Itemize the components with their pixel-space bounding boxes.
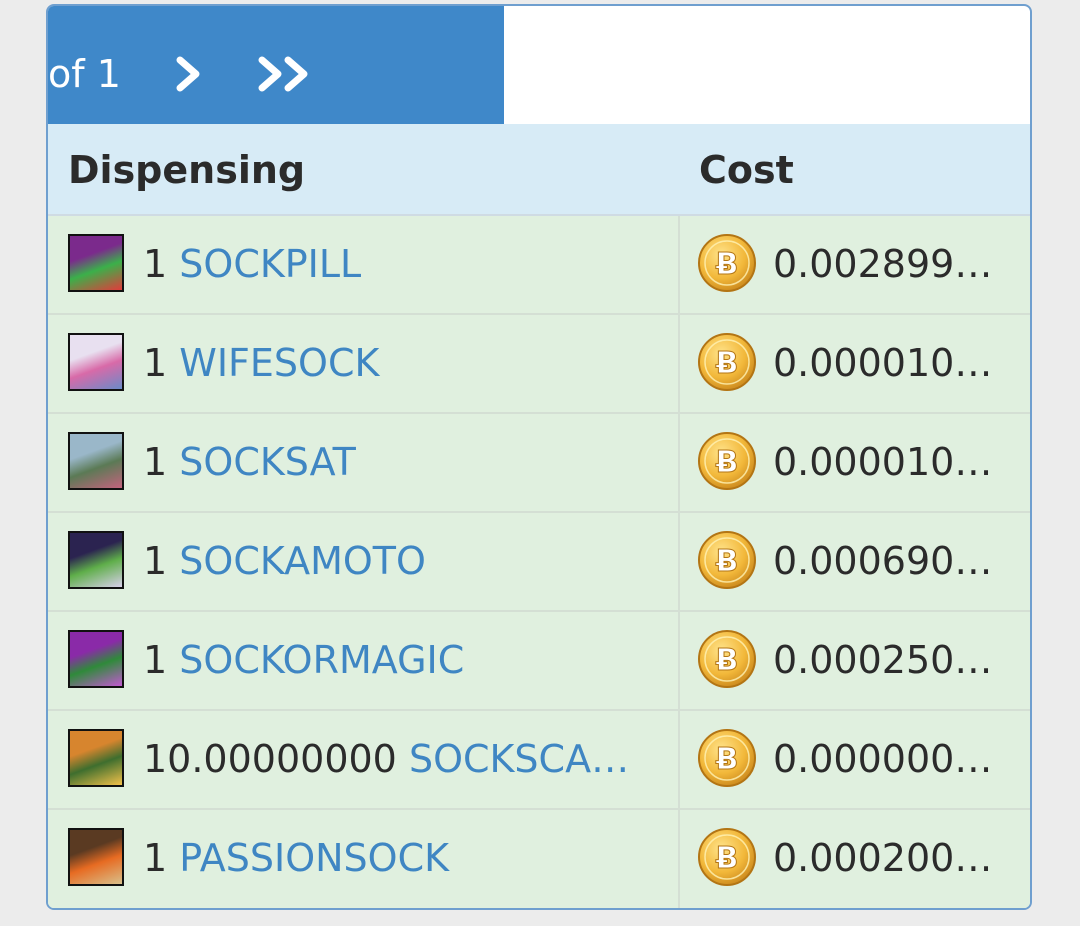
table-row[interactable]: 1 SOCKSAT Ƀ 0.000010… [48, 414, 1030, 513]
asset-thumbnail[interactable] [68, 729, 124, 787]
quantity-value: 1 [143, 341, 168, 385]
table-header: Dispensing Cost [48, 124, 1030, 216]
asset-thumbnail[interactable] [68, 234, 124, 292]
cost-cell: Ƀ 0.000200… [680, 810, 1030, 908]
pagination-bar: of 1 [48, 6, 504, 124]
svg-text:Ƀ: Ƀ [716, 742, 739, 777]
dispensing-cell: 1 SOCKSAT [48, 414, 680, 511]
price-value: 0.000690… [773, 539, 993, 583]
cost-cell: Ƀ 0.002899… [680, 216, 1030, 313]
dispenser-panel: of 1 Dispensing Cost 1 SOCKPILL Ƀ 0.002899… [46, 4, 1032, 910]
price-value: 0.002899… [773, 242, 993, 286]
price-value: 0.000010… [773, 440, 993, 484]
dispensing-column-header: Dispensing [68, 148, 306, 192]
cost-cell: Ƀ 0.000000… [680, 711, 1030, 808]
table-row[interactable]: 10.00000000 SOCKSCA… Ƀ 0.000000… [48, 711, 1030, 810]
bitcoin-icon: Ƀ [698, 630, 756, 688]
svg-text:Ƀ: Ƀ [716, 544, 739, 579]
quantity-value: 10.00000000 [143, 737, 397, 781]
asset-link[interactable]: SOCKPILL [179, 242, 361, 286]
svg-text:Ƀ: Ƀ [716, 841, 739, 876]
quantity-value: 1 [143, 440, 168, 484]
dispense-amount: 1 SOCKSAT [143, 440, 663, 484]
cost-cell: Ƀ 0.000010… [680, 315, 1030, 412]
cost-cell: Ƀ 0.000010… [680, 414, 1030, 511]
quantity-value: 1 [143, 638, 168, 682]
chevron-right-icon [176, 56, 200, 92]
asset-link[interactable]: SOCKSAT [179, 440, 356, 484]
asset-link[interactable]: SOCKORMAGIC [179, 638, 464, 682]
dispensing-cell: 1 SOCKAMOTO [48, 513, 680, 610]
cost-cell: Ƀ 0.000250… [680, 612, 1030, 709]
asset-link[interactable]: SOCKAMOTO [179, 539, 426, 583]
asset-thumbnail[interactable] [68, 630, 124, 688]
table-row[interactable]: 1 SOCKORMAGIC Ƀ 0.000250… [48, 612, 1030, 711]
bitcoin-icon: Ƀ [698, 729, 756, 787]
asset-link[interactable]: WIFESOCK [179, 341, 379, 385]
price-value: 0.000000… [773, 737, 993, 781]
table-row[interactable]: 1 SOCKPILL Ƀ 0.002899… [48, 216, 1030, 315]
dispensing-cell: 10.00000000 SOCKSCA… [48, 711, 680, 808]
table-row[interactable]: 1 SOCKAMOTO Ƀ 0.000690… [48, 513, 1030, 612]
bitcoin-icon: Ƀ [698, 828, 756, 886]
price-value: 0.000200… [773, 836, 993, 880]
price-value: 0.000250… [773, 638, 993, 682]
asset-thumbnail[interactable] [68, 828, 124, 886]
cost-cell: Ƀ 0.000690… [680, 513, 1030, 610]
bitcoin-icon: Ƀ [698, 333, 756, 391]
double-chevron-right-icon [258, 56, 308, 92]
asset-thumbnail[interactable] [68, 432, 124, 490]
dispenser-list: 1 SOCKPILL Ƀ 0.002899… 1 WIFESOCK Ƀ 0.000010…… [48, 216, 1030, 908]
dispense-amount: 10.00000000 SOCKSCA… [143, 737, 663, 781]
page-count-label: of 1 [48, 52, 121, 96]
dispensing-cell: 1 WIFESOCK [48, 315, 680, 412]
dispensing-cell: 1 SOCKPILL [48, 216, 680, 313]
dispensing-cell: 1 PASSIONSOCK [48, 810, 680, 908]
dispense-amount: 1 SOCKORMAGIC [143, 638, 663, 682]
svg-text:Ƀ: Ƀ [716, 643, 739, 678]
asset-thumbnail[interactable] [68, 333, 124, 391]
quantity-value: 1 [143, 242, 168, 286]
asset-thumbnail[interactable] [68, 531, 124, 589]
quantity-value: 1 [143, 539, 168, 583]
next-page-button[interactable] [172, 52, 208, 96]
asset-link[interactable]: PASSIONSOCK [179, 836, 449, 880]
asset-link[interactable]: SOCKSCA… [409, 737, 629, 781]
dispense-amount: 1 SOCKAMOTO [143, 539, 663, 583]
dispense-amount: 1 PASSIONSOCK [143, 836, 663, 880]
price-value: 0.000010… [773, 341, 993, 385]
svg-text:Ƀ: Ƀ [716, 346, 739, 381]
cost-column-header: Cost [699, 148, 794, 192]
bitcoin-icon: Ƀ [698, 234, 756, 292]
svg-text:Ƀ: Ƀ [716, 247, 739, 282]
dispensing-cell: 1 SOCKORMAGIC [48, 612, 680, 709]
last-page-button[interactable] [256, 52, 318, 96]
table-row[interactable]: 1 WIFESOCK Ƀ 0.000010… [48, 315, 1030, 414]
dispense-amount: 1 WIFESOCK [143, 341, 663, 385]
quantity-value: 1 [143, 836, 168, 880]
bitcoin-icon: Ƀ [698, 432, 756, 490]
table-row[interactable]: 1 PASSIONSOCK Ƀ 0.000200… [48, 810, 1030, 908]
dispense-amount: 1 SOCKPILL [143, 242, 663, 286]
bitcoin-icon: Ƀ [698, 531, 756, 589]
svg-text:Ƀ: Ƀ [716, 445, 739, 480]
